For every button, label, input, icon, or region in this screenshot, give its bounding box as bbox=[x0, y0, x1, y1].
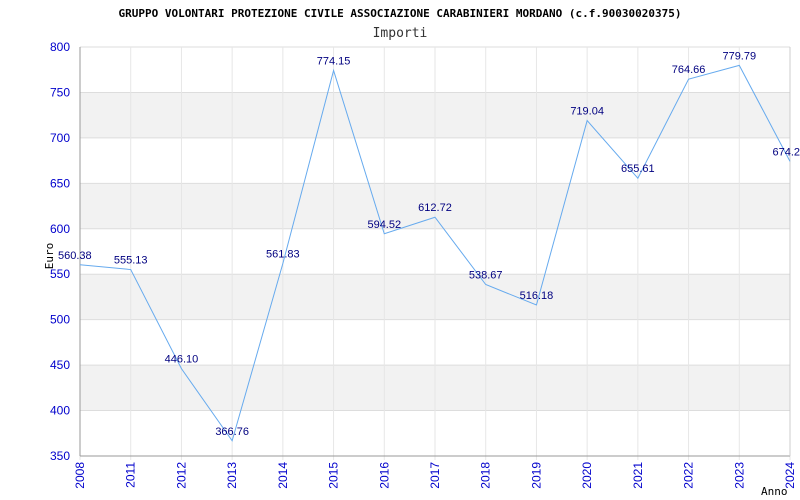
y-tick-label: 750 bbox=[50, 85, 70, 99]
data-label: 516.18 bbox=[520, 290, 554, 302]
x-axis-title: Anno bbox=[761, 485, 788, 498]
data-label: 594.52 bbox=[367, 219, 401, 231]
data-label: 560.38 bbox=[58, 250, 92, 262]
x-tick-label: 2012 bbox=[174, 462, 188, 489]
x-tick-label: 2018 bbox=[479, 462, 493, 489]
data-label: 561.83 bbox=[266, 248, 300, 260]
x-tick-label: 2022 bbox=[682, 462, 696, 489]
y-tick-label: 650 bbox=[50, 176, 70, 190]
data-label: 774.15 bbox=[317, 55, 351, 67]
data-label: 779.79 bbox=[722, 50, 756, 62]
x-tick-label: 2008 bbox=[73, 462, 87, 489]
x-tick-label: 2021 bbox=[631, 462, 645, 489]
x-tick-label: 2016 bbox=[377, 462, 391, 489]
y-axis-title: Euro bbox=[43, 243, 56, 270]
y-tick-label: 800 bbox=[50, 40, 70, 54]
x-tick-label: 2014 bbox=[276, 462, 290, 489]
x-tick-label: 2015 bbox=[327, 462, 341, 489]
data-label: 719.04 bbox=[570, 106, 604, 118]
data-label: 764.66 bbox=[672, 64, 706, 76]
x-tick-label: 2019 bbox=[529, 462, 543, 489]
x-tick-label: 2011 bbox=[124, 462, 138, 488]
data-label: 538.67 bbox=[469, 270, 503, 282]
data-label: 612.72 bbox=[418, 202, 452, 214]
x-tick-label: 2017 bbox=[428, 462, 442, 489]
data-label: 655.61 bbox=[621, 163, 655, 175]
x-tick-label: 2020 bbox=[580, 462, 594, 489]
y-tick-label: 600 bbox=[50, 222, 70, 236]
y-tick-label: 500 bbox=[50, 313, 70, 327]
line-chart: 350400450500550600650700750800 2008 2011 2… bbox=[43, 7, 800, 498]
y-tick-label: 400 bbox=[50, 404, 70, 418]
y-tick-label: 350 bbox=[50, 449, 70, 463]
x-tick-label: 2023 bbox=[732, 462, 746, 489]
chart-title: GRUPPO VOLONTARI PROTEZIONE CIVILE ASSOC… bbox=[119, 7, 682, 20]
x-tick-label: 2013 bbox=[225, 462, 239, 489]
y-tick-label: 700 bbox=[50, 131, 70, 145]
data-label: 446.10 bbox=[165, 354, 199, 366]
data-label: 555.13 bbox=[114, 255, 148, 267]
chart-subtitle: Importi bbox=[373, 26, 428, 41]
x-tick-labels: 2008 2011 2012 2013 2014 2015 2016 2017 2018 2019… bbox=[73, 462, 797, 489]
data-label: 366.76 bbox=[215, 426, 249, 438]
y-tick-label: 450 bbox=[50, 358, 70, 372]
data-label: 674.2 bbox=[772, 146, 800, 158]
